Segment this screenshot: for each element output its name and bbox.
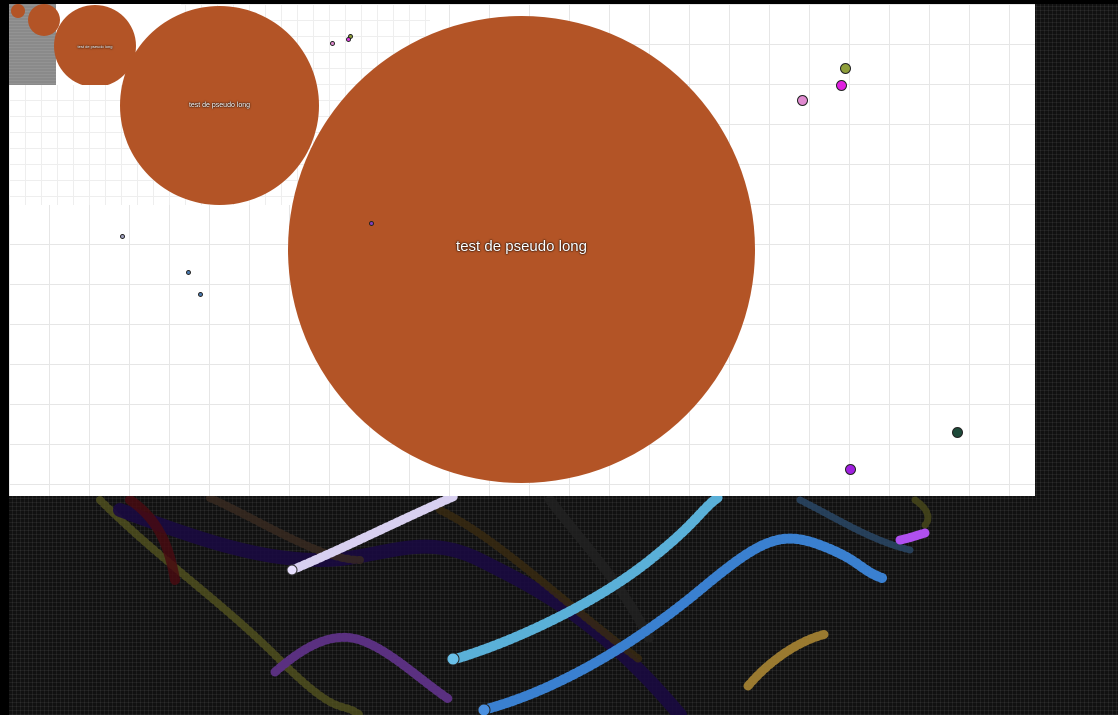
pellet: [840, 63, 851, 74]
faint-trail-8: [911, 496, 932, 529]
tiny-player-cell: [28, 4, 60, 36]
snake-cyan: [447, 491, 725, 665]
faint-trail-1: [96, 496, 364, 715]
pellet: [330, 41, 335, 46]
snake-cyan-head: [446, 652, 460, 666]
arena-capture-frame: test de pseudo long test de pseudo long …: [9, 4, 1035, 496]
small-player-nickname: test de pseudo long: [77, 43, 113, 49]
snake-violet: [270, 632, 455, 705]
player-cell: test de pseudo long: [288, 16, 755, 483]
pellet: [198, 292, 203, 297]
pellet: [797, 95, 808, 106]
pellet: [952, 427, 963, 438]
faint-trail-2: [113, 503, 687, 715]
game-viewport[interactable]: test de pseudo long test de pseudo long …: [0, 0, 1118, 715]
pellet: [369, 221, 374, 226]
snake-blue-head: [477, 703, 491, 715]
player-nickname: test de pseudo long: [456, 238, 587, 255]
pellet: [836, 80, 847, 91]
tiny-player-cell-2: [11, 4, 25, 18]
mid-player-cell: test de pseudo long: [120, 6, 319, 205]
pellet: [120, 234, 125, 239]
pellet: [186, 270, 191, 275]
top-edge: [0, 0, 1118, 4]
pellet: [845, 464, 856, 475]
pellet: [346, 37, 351, 42]
snake-gold: [743, 629, 831, 691]
small-player-cell: test de pseudo long: [54, 5, 136, 85]
snake-lavender-head: [286, 564, 298, 576]
left-edge: [0, 0, 9, 715]
snake-purple-small: [895, 528, 930, 545]
mid-player-nickname: test de pseudo long: [188, 102, 251, 109]
